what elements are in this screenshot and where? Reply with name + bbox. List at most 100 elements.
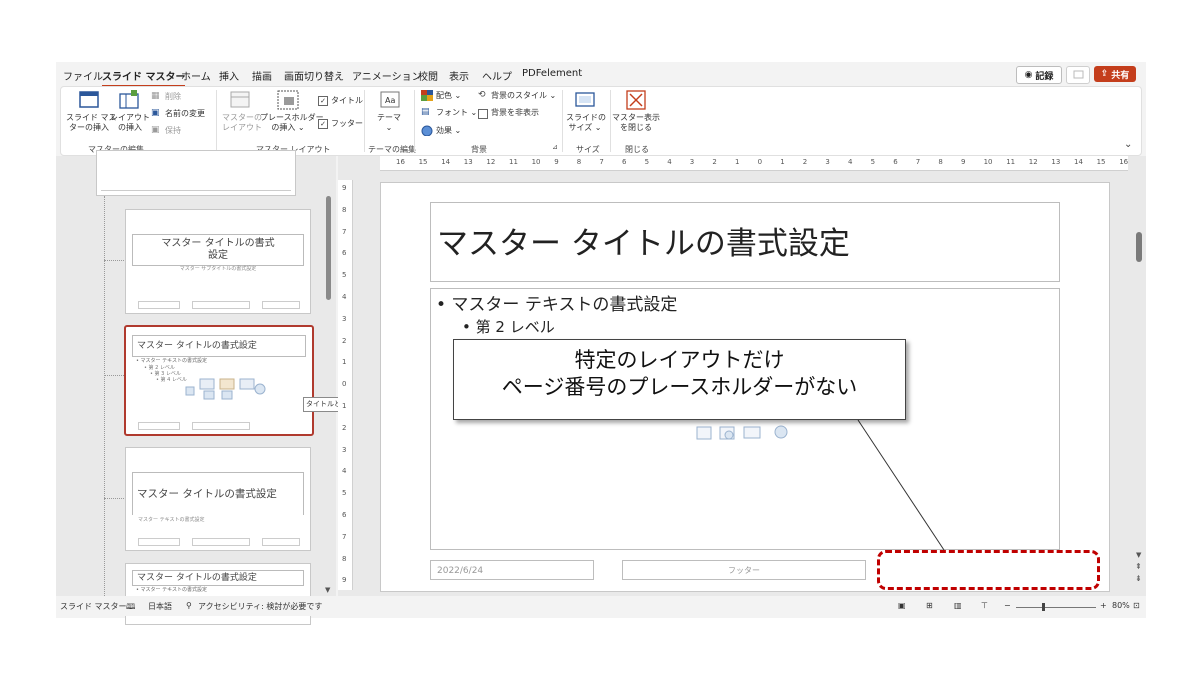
ruler-tick-label: 13 <box>1051 158 1061 166</box>
slide-size-button[interactable]: スライドの サイズ ⌄ <box>566 113 606 133</box>
annotation-callout: 特定のレイアウトだけ ページ番号のプレースホルダーがない <box>453 339 906 420</box>
normal-view-icon[interactable]: ▣ <box>898 601 906 610</box>
fonts-button[interactable]: フォント ⌄ <box>436 108 477 118</box>
status-accessibility[interactable]: アクセシビリティ: 検討が必要です <box>198 601 322 612</box>
ruler-tick-label: 15 <box>1096 158 1106 166</box>
tab-draw[interactable]: 描画 <box>252 68 272 83</box>
background-styles-icon: ⟲ <box>478 90 486 100</box>
tab-view[interactable]: 表示 <box>449 68 469 83</box>
slide-sorter-icon[interactable]: ⊞ <box>926 601 933 610</box>
layout-tree-line <box>104 196 106 596</box>
bullet-level-1: • マスター テキストの書式設定 <box>436 295 678 315</box>
ruler-tick-label: 5 <box>342 271 347 280</box>
footer-placeholder[interactable]: フッター <box>622 560 866 580</box>
tab-pdfelement[interactable]: PDFelement <box>522 68 582 79</box>
status-language[interactable]: 日本語 <box>148 601 172 612</box>
zoom-in-icon[interactable]: + <box>1100 601 1107 610</box>
fit-to-window-icon[interactable]: ⊡ <box>1133 601 1140 610</box>
effects-button[interactable]: 効果 ⌄ <box>436 126 461 136</box>
ruler-tick-label: 2 <box>802 158 808 166</box>
background-styles-button[interactable]: 背景のスタイル ⌄ <box>491 91 556 101</box>
date-placeholder[interactable]: 2022/6/24 <box>430 560 594 580</box>
thumbnail-date <box>138 422 180 430</box>
close-master-view-button[interactable]: マスター表示 を閉じる <box>612 113 660 133</box>
thumbnail-scrollbar[interactable] <box>326 196 331 300</box>
tab-review[interactable]: 校閲 <box>418 68 438 83</box>
ruler-tick-label: 2 <box>342 423 347 432</box>
ruler-tick-label: 1 <box>342 358 347 367</box>
bullet-level-2: • 第 2 レベル <box>462 318 555 336</box>
zoom-level[interactable]: 80% <box>1112 601 1130 610</box>
themes-button[interactable]: テーマ ⌄ <box>374 113 404 133</box>
svg-text:Aa: Aa <box>385 96 395 105</box>
record-button[interactable]: ◉ 記録 <box>1016 66 1062 84</box>
record-label: 記録 <box>1035 71 1054 82</box>
ruler-tick-label: 1 <box>780 158 785 166</box>
ruler-tick-label: 8 <box>938 158 943 166</box>
zoom-out-icon[interactable]: − <box>1004 601 1011 610</box>
thumbnail-footer <box>192 422 250 430</box>
tab-slide-master[interactable]: スライド マスター <box>102 68 186 87</box>
slide-scrollbar[interactable] <box>1136 232 1142 262</box>
layout-thumbnail-title-slide[interactable]: マスター タイトルの書式 設定 マスター サブタイトルの書式設定 <box>125 209 311 314</box>
ruler-tick-label: 12 <box>1028 158 1038 166</box>
layout-tree-branch <box>104 260 124 261</box>
insert-slide-master-icon <box>79 91 99 108</box>
title-checkbox[interactable]: ✓ <box>318 96 328 106</box>
tab-help[interactable]: ヘルプ <box>482 68 512 83</box>
ribbon-tab-bar: ファイル スライド マスター ホーム 挿入 描画 画面切り替え アニメーション … <box>56 62 1146 87</box>
collapse-ribbon-icon[interactable]: ⌄ <box>1124 139 1132 150</box>
ruler-tick-label: 10 <box>983 158 993 166</box>
tab-transitions[interactable]: 画面切り替え <box>284 68 344 83</box>
close-master-view-icon <box>626 90 646 110</box>
title-checkbox-label: タイトル <box>331 96 363 105</box>
ribbon-separator <box>364 90 365 152</box>
dialog-launcher-icon[interactable]: ⊿ <box>552 143 558 151</box>
group-label-size: サイズ <box>576 145 600 154</box>
ribbon-separator <box>610 90 611 152</box>
ruler-tick-label: 8 <box>342 554 347 563</box>
scroll-down-arrow-icon[interactable]: ▼ <box>1136 551 1141 559</box>
previous-slide-icon[interactable]: ⇞ <box>1135 562 1142 571</box>
scroll-down-arrow-icon[interactable]: ▼ <box>325 586 330 594</box>
ruler-tick-label: 1 <box>735 158 740 166</box>
notes-icon[interactable]: 🕮 <box>126 601 135 615</box>
ruler-tick-label: 2 <box>712 158 717 166</box>
themes-icon: Aa <box>380 91 400 108</box>
hide-background-checkbox[interactable] <box>478 109 488 119</box>
ruler-tick-label: 4 <box>342 293 347 301</box>
layout-thumbnail-title-content[interactable]: マスター タイトルの書式設定 • マスター テキストの書式設定 • 第 2 レベ… <box>124 325 314 436</box>
group-label-theme-edit: テーマの編集 <box>368 145 416 154</box>
effects-icon <box>421 125 433 136</box>
delete-button[interactable]: 削除 <box>165 92 181 102</box>
share-button[interactable]: ⇪ 共有 <box>1094 66 1136 82</box>
ruler-tick-label: 14 <box>441 158 451 166</box>
tab-insert[interactable]: 挿入 <box>219 68 239 83</box>
insert-layout-button[interactable]: レイアウト の挿入 <box>110 113 150 133</box>
thumbnail-date <box>138 538 180 546</box>
next-slide-icon[interactable]: ⇟ <box>1135 574 1142 583</box>
footer-line <box>101 190 291 191</box>
ruler-tick-label: 5 <box>342 489 347 498</box>
zoom-slider[interactable] <box>1016 607 1096 608</box>
rename-button[interactable]: 名前の変更 <box>165 109 205 119</box>
reading-view-icon[interactable]: ▥ <box>954 601 962 610</box>
master-layout-button[interactable]: マスターの レイアウト <box>222 113 262 133</box>
slide-show-icon[interactable]: ⊤ <box>981 601 988 610</box>
insert-placeholder-button[interactable]: プレースホルダー の挿入 ⌄ <box>260 113 324 133</box>
thumbnail-subtitle: マスター サブタイトルの書式設定 <box>179 266 257 272</box>
layout-thumbnail-section-header[interactable]: マスター タイトルの書式設定 マスター テキストの書式設定 <box>125 447 311 551</box>
thumbnail-page-number <box>262 538 300 546</box>
insert-slide-master-button[interactable]: スライド マス ターの挿入 <box>66 113 117 133</box>
footer-checkbox[interactable]: ✓ <box>318 119 328 129</box>
tab-home[interactable]: ホーム <box>181 68 211 83</box>
preserve-button[interactable]: 保持 <box>165 126 181 136</box>
tab-file[interactable]: ファイル <box>63 68 103 83</box>
ruler-tick-label: 3 <box>825 158 830 166</box>
colors-button[interactable]: 配色 ⌄ <box>436 91 461 101</box>
tab-animations[interactable]: アニメーション <box>352 68 422 83</box>
zoom-slider-handle[interactable] <box>1042 603 1045 611</box>
comments-button[interactable] <box>1066 66 1090 84</box>
slide-master-thumbnail[interactable] <box>96 150 296 196</box>
vertical-ruler: 9 8 7 6 5 4 3 2 1 0 1 2 3 4 5 6 7 8 9 <box>338 180 353 590</box>
